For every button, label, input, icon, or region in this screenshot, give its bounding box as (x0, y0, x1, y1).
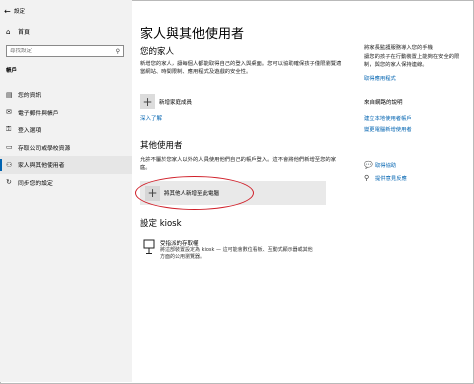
sidebar-item-family[interactable]: ⚇ 家人與其他使用者 (0, 156, 132, 174)
learn-more-link[interactable]: 深入了解 (140, 114, 162, 122)
add-family-label: 新增家庭成員 (159, 99, 193, 106)
get-help-link[interactable]: 💬 取得協助 (364, 161, 396, 169)
search-input[interactable] (10, 48, 100, 54)
home-icon: ⌂ (6, 27, 11, 36)
sidebar-item-sign-in[interactable]: ⚿ 登入選項 (0, 121, 132, 139)
family-heading: 您的家人 (140, 47, 175, 57)
home-nav[interactable]: ⌂ 首頁 (6, 27, 31, 37)
title-bar: ← 設定 (4, 5, 25, 17)
sidebar-item-sync[interactable]: ↻ 同步您的設定 (0, 174, 132, 192)
chat-bubble-icon: 💬 (364, 161, 373, 169)
mail-icon: ✉ (6, 108, 12, 117)
back-arrow-icon[interactable]: ← (4, 7, 14, 16)
feedback-link[interactable]: ⚲ 提供意見反應 (364, 174, 407, 182)
sidebar-nav: ▤ 您的資訊 ✉ 電子郵件與帳戶 ⚿ 登入選項 ▭ 存取公司或學校資源 ⚇ 家人… (0, 86, 132, 191)
page-title: 家人與其他使用者 (140, 27, 245, 42)
person-card-icon: ▤ (6, 90, 13, 99)
home-label: 首頁 (18, 29, 31, 36)
kiosk-heading: 設定 kiosk (140, 219, 182, 229)
sidebar: ← 設定 ⌂ 首頁 ⚲ 帳戶 ▤ 您的資訊 ✉ 電子郵件與帳戶 ⚿ 登入選項 ▭… (0, 0, 132, 382)
family-description: 新增您的家人，讓每個人都能取得自己的登入與桌面。您可以協助確保孩子僅限瀏覽適當網… (140, 61, 342, 75)
add-family-member-button[interactable]: + 新增家庭成員 (140, 94, 192, 109)
sync-icon: ↻ (6, 178, 12, 187)
kiosk-item-title: 受指派的存取權 (160, 241, 199, 247)
feedback-person-icon: ⚲ (364, 174, 370, 182)
sidebar-item-label: 電子郵件與帳戶 (18, 110, 59, 117)
kiosk-item-description: 將這部裝置設定為 kiosk — 這可能會數位看板、互動式顯示器或其他方面的公用… (160, 247, 313, 260)
family-app-description: 讓您的孩子在行動裝置上能夠在安全的限制，與您的家人保持連線。 (364, 54, 460, 68)
others-description: 允許不屬於您家人以外的人員使用他們自己的帳戶登入。這不會將他們新增至您的家庭。 (140, 157, 336, 171)
assigned-access-button[interactable]: 受指派的存取權 將這部裝置設定為 kiosk — 這可能會數位看板、互動式顯示器… (143, 239, 315, 261)
plus-icon: + (140, 94, 155, 109)
others-heading: 其他使用者 (140, 141, 183, 151)
get-app-link[interactable]: 取得應用程式 (364, 74, 396, 82)
kiosk-icon (143, 239, 155, 255)
feedback-label: 提供意見反應 (375, 176, 407, 182)
briefcase-icon: ▭ (6, 143, 13, 152)
family-app-heading: 將家長監護服務導入您的手機 (364, 45, 433, 51)
get-help-label: 取得協助 (375, 163, 397, 169)
sidebar-item-label: 同步您的設定 (18, 180, 53, 187)
sidebar-item-your-info[interactable]: ▤ 您的資訊 (0, 86, 132, 104)
highlight-annotation (135, 176, 254, 210)
sidebar-item-label: 家人與其他使用者 (18, 163, 65, 170)
create-local-account-link[interactable]: 建立本地使用者帳戶 (364, 114, 412, 122)
key-icon: ⚿ (6, 125, 12, 134)
web-help-heading: 來自網路的說明 (364, 100, 403, 106)
sidebar-item-email[interactable]: ✉ 電子郵件與帳戶 (0, 104, 132, 122)
change-account-type-link[interactable]: 變更電腦新增使用者 (364, 125, 412, 133)
sidebar-item-work-access[interactable]: ▭ 存取公司或學校資源 (0, 139, 132, 157)
add-person-icon: ⚇ (6, 160, 13, 169)
search-box[interactable]: ⚲ (6, 45, 124, 57)
sidebar-item-label: 存取公司或學校資源 (18, 145, 71, 152)
section-label: 帳戶 (6, 68, 18, 74)
sidebar-item-label: 您的資訊 (18, 93, 42, 100)
sidebar-item-label: 登入選項 (18, 128, 42, 135)
search-icon[interactable]: ⚲ (116, 48, 120, 55)
window-title: 設定 (14, 9, 26, 15)
